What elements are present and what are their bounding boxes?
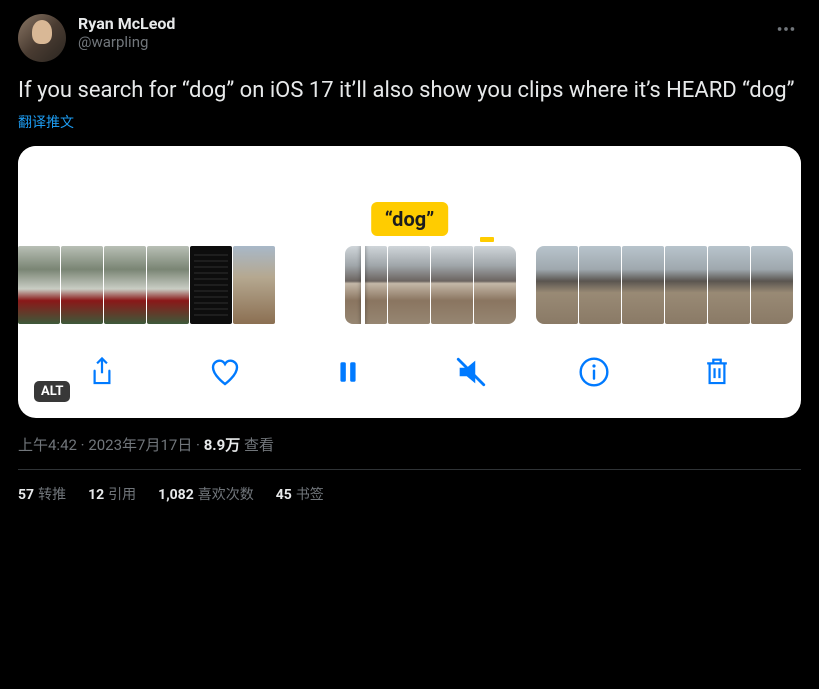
clip-group-1 bbox=[18, 246, 275, 324]
mute-button[interactable] bbox=[453, 354, 489, 390]
video-thumb bbox=[18, 246, 60, 324]
bookmarks-count: 45 bbox=[276, 487, 292, 503]
video-thumb bbox=[665, 246, 707, 324]
likes-stat[interactable]: 1,082喜欢次数 bbox=[158, 484, 254, 504]
search-caption-tag: “dog” bbox=[371, 202, 449, 236]
share-button[interactable] bbox=[84, 354, 120, 390]
video-thumb bbox=[233, 246, 275, 324]
playhead-indicator[interactable] bbox=[361, 246, 365, 324]
meta-sep: · bbox=[192, 436, 203, 454]
video-thumb bbox=[388, 246, 430, 324]
video-thumb bbox=[104, 246, 146, 324]
tweet-text: If you search for “dog” on iOS 17 it’ll … bbox=[18, 76, 801, 106]
engagement-stats: 57转推 12引用 1,082喜欢次数 45书签 bbox=[18, 484, 801, 504]
media-attachment[interactable]: “dog” bbox=[18, 146, 801, 418]
video-thumb bbox=[190, 246, 232, 324]
video-thumb bbox=[708, 246, 750, 324]
author-block: Ryan McLeod @warpling bbox=[78, 14, 175, 51]
video-timeline[interactable] bbox=[18, 236, 801, 338]
video-thumb bbox=[622, 246, 664, 324]
quotes-label: 引用 bbox=[108, 487, 136, 503]
info-button[interactable] bbox=[576, 354, 612, 390]
view-label: 查看 bbox=[240, 436, 274, 454]
tweet-date[interactable]: 2023年7月17日 bbox=[88, 436, 192, 454]
video-thumb bbox=[579, 246, 621, 324]
info-icon bbox=[578, 356, 610, 388]
like-button[interactable] bbox=[207, 354, 243, 390]
video-thumb bbox=[431, 246, 473, 324]
clip-group-3 bbox=[536, 246, 793, 324]
pause-button[interactable] bbox=[330, 354, 366, 390]
tweet-container: Ryan McLeod @warpling If you search for … bbox=[0, 0, 819, 518]
avatar[interactable] bbox=[18, 14, 66, 62]
ios-toolbar bbox=[18, 338, 801, 398]
video-thumb bbox=[474, 246, 516, 324]
retweets-label: 转推 bbox=[38, 487, 66, 503]
trash-icon bbox=[702, 356, 732, 388]
divider bbox=[18, 469, 801, 470]
bookmarks-label: 书签 bbox=[296, 487, 324, 503]
retweets-stat[interactable]: 57转推 bbox=[18, 484, 66, 504]
video-thumb bbox=[147, 246, 189, 324]
tweet-header: Ryan McLeod @warpling bbox=[18, 14, 801, 62]
caption-marker bbox=[480, 237, 494, 242]
more-icon bbox=[775, 18, 797, 40]
view-count: 8.9万 bbox=[204, 436, 241, 454]
quotes-stat[interactable]: 12引用 bbox=[88, 484, 136, 504]
video-thumb bbox=[61, 246, 103, 324]
pause-icon bbox=[335, 357, 361, 387]
tweet-meta: 上午4:42 · 2023年7月17日 · 8.9万 查看 bbox=[18, 434, 801, 455]
alt-badge[interactable]: ALT bbox=[34, 381, 70, 402]
video-thumb bbox=[536, 246, 578, 324]
more-options-button[interactable] bbox=[771, 14, 801, 48]
clip-group-2 bbox=[345, 246, 516, 324]
share-icon bbox=[87, 356, 117, 388]
likes-label: 喜欢次数 bbox=[198, 487, 254, 503]
display-name[interactable]: Ryan McLeod bbox=[78, 14, 175, 33]
ios-caption-area: “dog” bbox=[18, 146, 801, 236]
heart-icon bbox=[209, 356, 241, 388]
tweet-time[interactable]: 上午4:42 bbox=[18, 436, 77, 454]
retweets-count: 57 bbox=[18, 487, 34, 503]
video-thumb bbox=[751, 246, 793, 324]
mute-icon bbox=[454, 355, 488, 389]
meta-sep: · bbox=[77, 436, 88, 454]
likes-count: 1,082 bbox=[158, 487, 194, 503]
user-handle[interactable]: @warpling bbox=[78, 33, 175, 51]
video-thumb bbox=[345, 246, 387, 324]
delete-button[interactable] bbox=[699, 354, 735, 390]
quotes-count: 12 bbox=[88, 487, 104, 503]
bookmarks-stat[interactable]: 45书签 bbox=[276, 484, 324, 504]
translate-link[interactable]: 翻译推文 bbox=[18, 112, 74, 132]
